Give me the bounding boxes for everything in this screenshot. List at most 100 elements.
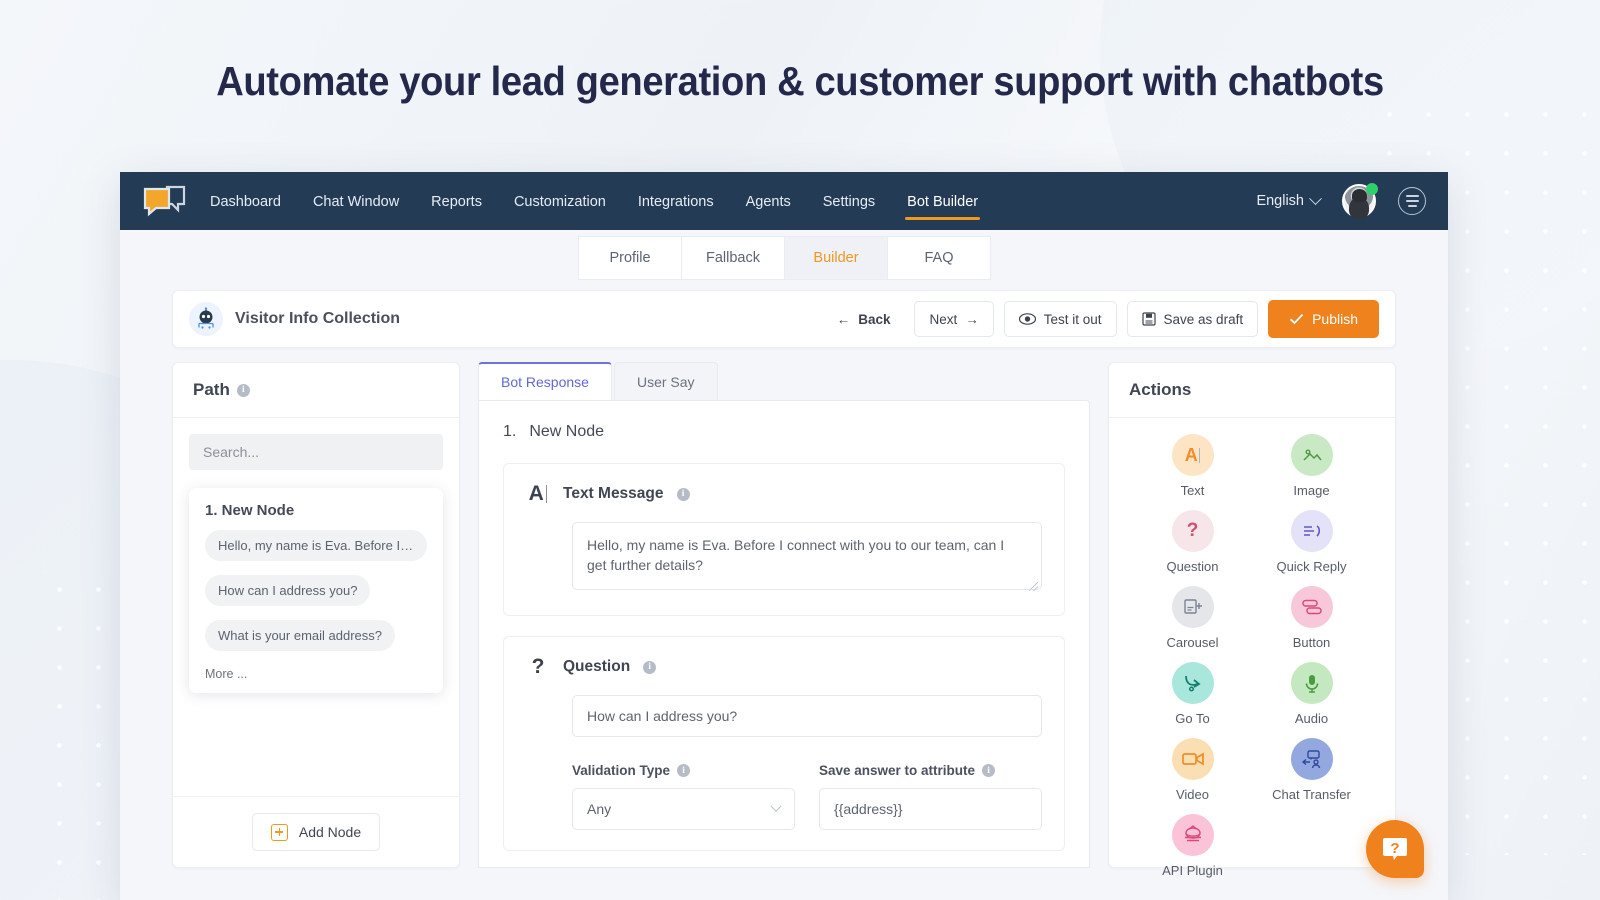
save-attribute-label: Save answer to attribute xyxy=(819,763,976,778)
editor-node-number: 1. xyxy=(503,423,517,440)
arrow-left-icon: ← xyxy=(836,311,851,327)
actions-panel: Actions A Text Image ? Question Quick Re… xyxy=(1108,362,1396,878)
eye-icon xyxy=(1018,313,1036,325)
action-video[interactable]: Video xyxy=(1133,738,1252,802)
actions-panel-header: Actions xyxy=(1109,363,1395,418)
question-field-wrap: Validation Type i Any Save an xyxy=(526,695,1042,830)
nav-item-customization[interactable]: Customization xyxy=(512,177,608,226)
action-label: Video xyxy=(1175,787,1209,802)
back-label: Back xyxy=(858,311,891,327)
action-text[interactable]: A Text xyxy=(1133,434,1252,498)
save-as-draft-button[interactable]: Save as draft xyxy=(1126,301,1259,337)
node-message-chip[interactable]: How can I address you? xyxy=(205,575,371,606)
text-message-title: Text Message xyxy=(563,485,664,502)
online-status-dot xyxy=(1366,183,1378,195)
question-icon: ? xyxy=(1171,510,1214,552)
nav-item-settings[interactable]: Settings xyxy=(821,177,877,226)
nav-item-integrations[interactable]: Integrations xyxy=(636,177,716,226)
nav-item-agents[interactable]: Agents xyxy=(744,177,793,226)
tab-faq[interactable]: FAQ xyxy=(887,236,991,280)
back-button[interactable]: ← Back xyxy=(823,301,905,337)
info-icon[interactable]: i xyxy=(643,660,657,674)
path-title: Path xyxy=(193,380,230,399)
action-label: Go To xyxy=(1175,711,1210,726)
action-label: Audio xyxy=(1294,711,1329,726)
question-mark-icon: ? xyxy=(531,655,545,678)
page-headline: Automate your lead generation & customer… xyxy=(216,58,1384,104)
save-attribute-label-wrap: Save answer to attribute i xyxy=(819,763,1042,778)
action-carousel[interactable]: Carousel xyxy=(1133,586,1252,650)
node-more-link[interactable]: More ... xyxy=(205,667,427,681)
publish-label: Publish xyxy=(1312,311,1358,327)
action-api-plugin[interactable]: API Plugin xyxy=(1133,814,1252,878)
nav-links: Dashboard Chat Window Reports Customizat… xyxy=(208,177,981,226)
actions-title: Actions xyxy=(1129,380,1192,399)
node-message-chip[interactable]: What is your email address? xyxy=(205,620,396,651)
builder-columns: Path i 1. New Node Hello, my name is Eva… xyxy=(120,348,1448,878)
search-input[interactable] xyxy=(189,434,443,470)
validation-type-select[interactable]: Any xyxy=(572,788,795,830)
validation-type-value: Any xyxy=(587,801,612,817)
nav-item-dashboard[interactable]: Dashboard xyxy=(208,177,283,226)
tab-user-say[interactable]: User Say xyxy=(613,362,718,400)
action-quick-reply[interactable]: Quick Reply xyxy=(1252,510,1371,574)
action-label: Button xyxy=(1292,635,1331,650)
info-icon[interactable]: i xyxy=(236,383,250,397)
tab-builder[interactable]: Builder xyxy=(784,236,888,280)
api-plugin-icon xyxy=(1171,814,1214,856)
action-go-to[interactable]: Go To xyxy=(1133,662,1252,726)
save-attribute-input[interactable] xyxy=(819,788,1042,830)
action-label: Chat Transfer xyxy=(1272,787,1351,802)
tab-profile[interactable]: Profile xyxy=(578,236,682,280)
action-chat-transfer[interactable]: Chat Transfer xyxy=(1252,738,1371,802)
avatar[interactable] xyxy=(1342,183,1378,218)
editor-node-name: New Node xyxy=(529,423,605,440)
info-icon[interactable]: i xyxy=(676,487,690,501)
path-node-card[interactable]: 1. New Node Hello, my name is Eva. Befor… xyxy=(189,488,443,693)
nav-right-cluster: English xyxy=(1256,183,1426,218)
chat-transfer-icon xyxy=(1290,738,1333,780)
path-panel-body: 1. New Node Hello, my name is Eva. Befor… xyxy=(173,418,459,796)
next-button[interactable]: Next → xyxy=(914,301,994,337)
validation-type-label: Validation Type xyxy=(572,763,671,778)
action-audio[interactable]: Audio xyxy=(1252,662,1371,726)
help-question-icon: ? xyxy=(1383,838,1407,860)
tab-fallback[interactable]: Fallback xyxy=(681,236,785,280)
validation-type-label-wrap: Validation Type i xyxy=(572,763,795,778)
add-node-button[interactable]: Add Node xyxy=(251,813,381,851)
question-options-row: Validation Type i Any Save answer to att… xyxy=(572,763,1042,830)
action-label: API Plugin xyxy=(1162,863,1223,878)
chat-bubbles-logo[interactable] xyxy=(142,184,186,218)
action-image[interactable]: Image xyxy=(1252,434,1371,498)
help-button[interactable]: ? xyxy=(1366,820,1424,878)
language-selector[interactable]: English xyxy=(1256,191,1322,209)
action-question[interactable]: ? Question xyxy=(1133,510,1252,574)
action-label: Quick Reply xyxy=(1276,559,1347,574)
test-it-out-button[interactable]: Test it out xyxy=(1003,301,1117,337)
text-cursor-icon: A xyxy=(526,482,550,506)
action-button[interactable]: Button xyxy=(1252,586,1371,650)
add-node-label: Add Node xyxy=(298,824,362,840)
nav-item-chat-window[interactable]: Chat Window xyxy=(311,177,401,226)
hamburger-circle-icon[interactable] xyxy=(1398,187,1426,215)
text-message-textarea[interactable] xyxy=(572,522,1042,590)
nav-item-reports[interactable]: Reports xyxy=(429,177,484,226)
info-icon[interactable]: i xyxy=(982,764,996,777)
info-icon[interactable]: i xyxy=(677,764,691,777)
text-icon: A xyxy=(1171,434,1214,476)
action-label: Question xyxy=(1166,559,1219,574)
question-input[interactable] xyxy=(572,695,1042,737)
nav-item-bot-builder[interactable]: Bot Builder xyxy=(905,177,981,226)
tab-bot-response[interactable]: Bot Response xyxy=(478,362,612,400)
carousel-icon xyxy=(1171,586,1214,628)
app-window: Dashboard Chat Window Reports Customizat… xyxy=(120,172,1448,900)
quick-reply-icon xyxy=(1290,510,1333,552)
editor-body: 1. New Node A Text Message i ? xyxy=(478,400,1090,868)
action-label: Carousel xyxy=(1166,635,1219,650)
actions-grid: A Text Image ? Question Quick Reply Caro… xyxy=(1109,418,1395,894)
next-label: Next xyxy=(929,311,958,327)
text-message-header: A Text Message i xyxy=(526,482,1042,506)
publish-button[interactable]: Publish xyxy=(1268,300,1379,338)
node-message-chip[interactable]: Hello, my name is Eva. Before I c... xyxy=(205,530,427,561)
save-attribute-field: Save answer to attribute i xyxy=(819,763,1042,830)
